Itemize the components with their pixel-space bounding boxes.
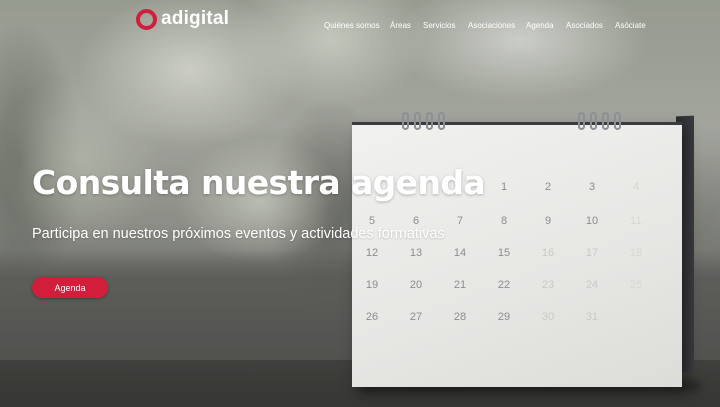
calendar-day-number: 19 — [365, 279, 379, 291]
nav-item-asociaciones[interactable]: Asociaciones — [468, 21, 515, 30]
nav-item-servicios[interactable]: Servicios — [423, 21, 455, 30]
calendar-day-number: 23 — [541, 279, 555, 291]
calendar-rings-right — [578, 112, 621, 130]
calendar-day-number: 28 — [453, 311, 467, 323]
calendar-day-number: 12 — [365, 247, 379, 259]
agenda-button[interactable]: Agenda — [32, 277, 108, 298]
brand-logo[interactable]: adigital — [136, 8, 229, 30]
calendar-day-number: 14 — [453, 247, 467, 259]
calendar-day-number: 9 — [544, 215, 552, 227]
calendar-day-number: 1 — [500, 181, 508, 193]
brand-name: adigital — [161, 8, 230, 29]
calendar-day-number: 3 — [588, 181, 596, 193]
nav-item-asociate[interactable]: Asóciate — [615, 21, 646, 30]
calendar-day-number: 26 — [365, 311, 379, 323]
calendar-day-number: 2 — [544, 181, 552, 193]
calendar-day-number: 30 — [541, 311, 555, 323]
ring-icon — [614, 112, 621, 130]
calendar-rings-left — [402, 112, 445, 130]
nav-item-asociados[interactable]: Asociados — [566, 21, 603, 30]
ring-icon — [414, 112, 421, 130]
calendar-day-number: 22 — [497, 279, 511, 291]
calendar-day-number: 15 — [497, 247, 511, 259]
nav-item-areas[interactable]: Áreas — [390, 21, 411, 30]
calendar-day-number: 13 — [409, 247, 423, 259]
nav-item-agenda[interactable]: Agenda — [526, 21, 554, 30]
ring-icon — [590, 112, 597, 130]
calendar-day-number: 8 — [500, 215, 508, 227]
calendar-day-number: 11 — [630, 215, 642, 227]
site-header: adigital Quiénes somos Áreas Servicios A… — [0, 0, 720, 40]
ring-icon — [426, 112, 433, 130]
calendar-day-number: 25 — [629, 279, 643, 291]
ring-icon — [578, 112, 585, 130]
hero-title: Consulta nuestra agenda — [32, 163, 486, 202]
calendar-day-number: 17 — [585, 247, 599, 259]
calendar-day-number: 31 — [585, 311, 599, 323]
calendar-day-number: 27 — [409, 311, 423, 323]
calendar-day-number: 7 — [456, 215, 464, 227]
calendar-day-number: 20 — [409, 279, 423, 291]
calendar-day-number: 18 — [629, 247, 643, 259]
calendar-day-number: 21 — [453, 279, 467, 291]
hero-subtitle: Participa en nuestros próximos eventos y… — [32, 226, 445, 242]
calendar-day-number: 24 — [585, 279, 599, 291]
calendar-day-number: 29 — [497, 311, 511, 323]
ring-icon — [402, 112, 409, 130]
nav-item-quienes-somos[interactable]: Quiénes somos — [324, 21, 380, 30]
calendar-day-number: 10 — [585, 215, 599, 227]
calendar-day-number: 4 — [632, 181, 640, 193]
ring-icon — [438, 112, 445, 130]
ring-icon — [602, 112, 609, 130]
calendar-day-number: 16 — [541, 247, 555, 259]
logo-ring-icon — [136, 8, 157, 30]
